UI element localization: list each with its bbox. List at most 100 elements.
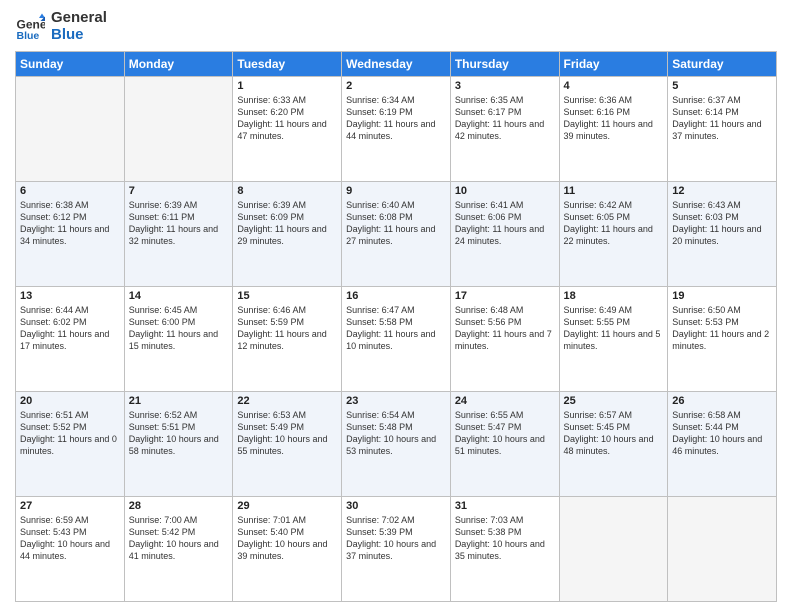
day-info: Sunrise: 6:34 AM Sunset: 6:19 PM Dayligh… — [346, 94, 446, 143]
day-cell: 20 Sunrise: 6:51 AM Sunset: 5:52 PM Dayli… — [16, 392, 125, 497]
col-header-tuesday: Tuesday — [233, 52, 342, 77]
day-number: 17 — [455, 290, 555, 302]
day-cell: 19 Sunrise: 6:50 AM Sunset: 5:53 PM Dayli… — [668, 287, 777, 392]
col-header-saturday: Saturday — [668, 52, 777, 77]
day-number: 9 — [346, 185, 446, 197]
day-info: Sunrise: 6:53 AM Sunset: 5:49 PM Dayligh… — [237, 409, 337, 458]
day-info: Sunrise: 6:40 AM Sunset: 6:08 PM Dayligh… — [346, 199, 446, 248]
day-info: Sunrise: 6:36 AM Sunset: 6:16 PM Dayligh… — [564, 94, 664, 143]
day-info: Sunrise: 6:41 AM Sunset: 6:06 PM Dayligh… — [455, 199, 555, 248]
day-info: Sunrise: 6:42 AM Sunset: 6:05 PM Dayligh… — [564, 199, 664, 248]
day-cell: 16 Sunrise: 6:47 AM Sunset: 5:58 PM Dayli… — [342, 287, 451, 392]
day-cell — [668, 497, 777, 602]
day-number: 10 — [455, 185, 555, 197]
day-cell: 25 Sunrise: 6:57 AM Sunset: 5:45 PM Dayli… — [559, 392, 668, 497]
day-info: Sunrise: 7:01 AM Sunset: 5:40 PM Dayligh… — [237, 514, 337, 563]
day-cell: 31 Sunrise: 7:03 AM Sunset: 5:38 PM Dayli… — [450, 497, 559, 602]
day-number: 8 — [237, 185, 337, 197]
day-number: 3 — [455, 80, 555, 92]
day-cell — [124, 77, 233, 182]
day-cell: 10 Sunrise: 6:41 AM Sunset: 6:06 PM Dayli… — [450, 182, 559, 287]
logo-general: General — [51, 10, 107, 27]
day-cell: 12 Sunrise: 6:43 AM Sunset: 6:03 PM Dayli… — [668, 182, 777, 287]
day-number: 4 — [564, 80, 664, 92]
day-cell: 2 Sunrise: 6:34 AM Sunset: 6:19 PM Daylig… — [342, 77, 451, 182]
week-row-4: 20 Sunrise: 6:51 AM Sunset: 5:52 PM Dayli… — [16, 392, 777, 497]
col-header-thursday: Thursday — [450, 52, 559, 77]
day-number: 18 — [564, 290, 664, 302]
day-cell: 26 Sunrise: 6:58 AM Sunset: 5:44 PM Dayli… — [668, 392, 777, 497]
day-info: Sunrise: 7:02 AM Sunset: 5:39 PM Dayligh… — [346, 514, 446, 563]
day-info: Sunrise: 6:48 AM Sunset: 5:56 PM Dayligh… — [455, 304, 555, 353]
day-number: 29 — [237, 500, 337, 512]
day-cell: 27 Sunrise: 6:59 AM Sunset: 5:43 PM Dayli… — [16, 497, 125, 602]
day-info: Sunrise: 7:00 AM Sunset: 5:42 PM Dayligh… — [129, 514, 229, 563]
week-row-5: 27 Sunrise: 6:59 AM Sunset: 5:43 PM Dayli… — [16, 497, 777, 602]
day-cell: 17 Sunrise: 6:48 AM Sunset: 5:56 PM Dayli… — [450, 287, 559, 392]
day-cell: 15Sunrise: 6:46 AM Sunset: 5:59 PM Dayli… — [233, 287, 342, 392]
logo-blue: Blue — [51, 27, 107, 44]
day-number: 28 — [129, 500, 229, 512]
day-cell: 21 Sunrise: 6:52 AM Sunset: 5:51 PM Dayli… — [124, 392, 233, 497]
day-info: Sunrise: 6:51 AM Sunset: 5:52 PM Dayligh… — [20, 409, 120, 458]
day-cell: 18 Sunrise: 6:49 AM Sunset: 5:55 PM Dayli… — [559, 287, 668, 392]
day-cell: 23Sunrise: 6:54 AM Sunset: 5:48 PM Dayli… — [342, 392, 451, 497]
day-cell: 22 Sunrise: 6:53 AM Sunset: 5:49 PM Dayli… — [233, 392, 342, 497]
day-number: 24 — [455, 395, 555, 407]
header: General Blue General Blue — [15, 10, 777, 43]
day-cell: 5Sunrise: 6:37 AM Sunset: 6:14 PM Daylig… — [668, 77, 777, 182]
day-info: Sunrise: 6:57 AM Sunset: 5:45 PM Dayligh… — [564, 409, 664, 458]
calendar-header-row: SundayMondayTuesdayWednesdayThursdayFrid… — [16, 52, 777, 77]
day-number: 20 — [20, 395, 120, 407]
logo-icon: General Blue — [15, 12, 45, 42]
day-cell: 11Sunrise: 6:42 AM Sunset: 6:05 PM Dayli… — [559, 182, 668, 287]
day-info: Sunrise: 6:43 AM Sunset: 6:03 PM Dayligh… — [672, 199, 772, 248]
day-info: Sunrise: 7:03 AM Sunset: 5:38 PM Dayligh… — [455, 514, 555, 563]
day-cell: 1Sunrise: 6:33 AM Sunset: 6:20 PM Daylig… — [233, 77, 342, 182]
day-info: Sunrise: 6:59 AM Sunset: 5:43 PM Dayligh… — [20, 514, 120, 563]
day-info: Sunrise: 6:39 AM Sunset: 6:11 PM Dayligh… — [129, 199, 229, 248]
day-number: 16 — [346, 290, 446, 302]
day-number: 2 — [346, 80, 446, 92]
day-number: 21 — [129, 395, 229, 407]
logo: General Blue General Blue — [15, 10, 107, 43]
day-number: 12 — [672, 185, 772, 197]
day-info: Sunrise: 6:44 AM Sunset: 6:02 PM Dayligh… — [20, 304, 120, 353]
day-info: Sunrise: 6:39 AM Sunset: 6:09 PM Dayligh… — [237, 199, 337, 248]
day-number: 1 — [237, 80, 337, 92]
day-number: 27 — [20, 500, 120, 512]
day-info: Sunrise: 6:52 AM Sunset: 5:51 PM Dayligh… — [129, 409, 229, 458]
day-number: 14 — [129, 290, 229, 302]
day-cell — [16, 77, 125, 182]
day-number: 22 — [237, 395, 337, 407]
day-cell — [559, 497, 668, 602]
day-cell: 6Sunrise: 6:38 AM Sunset: 6:12 PM Daylig… — [16, 182, 125, 287]
day-cell: 13 Sunrise: 6:44 AM Sunset: 6:02 PM Dayli… — [16, 287, 125, 392]
day-cell: 8 Sunrise: 6:39 AM Sunset: 6:09 PM Daylig… — [233, 182, 342, 287]
day-number: 13 — [20, 290, 120, 302]
week-row-2: 6Sunrise: 6:38 AM Sunset: 6:12 PM Daylig… — [16, 182, 777, 287]
svg-text:Blue: Blue — [17, 30, 40, 42]
day-number: 15 — [237, 290, 337, 302]
week-row-1: 1Sunrise: 6:33 AM Sunset: 6:20 PM Daylig… — [16, 77, 777, 182]
day-info: Sunrise: 6:37 AM Sunset: 6:14 PM Dayligh… — [672, 94, 772, 143]
day-number: 31 — [455, 500, 555, 512]
day-number: 6 — [20, 185, 120, 197]
day-cell: 4 Sunrise: 6:36 AM Sunset: 6:16 PM Daylig… — [559, 77, 668, 182]
day-number: 26 — [672, 395, 772, 407]
day-info: Sunrise: 6:49 AM Sunset: 5:55 PM Dayligh… — [564, 304, 664, 353]
day-number: 19 — [672, 290, 772, 302]
col-header-monday: Monday — [124, 52, 233, 77]
day-number: 25 — [564, 395, 664, 407]
day-cell: 3 Sunrise: 6:35 AM Sunset: 6:17 PM Daylig… — [450, 77, 559, 182]
day-info: Sunrise: 6:45 AM Sunset: 6:00 PM Dayligh… — [129, 304, 229, 353]
day-info: Sunrise: 6:35 AM Sunset: 6:17 PM Dayligh… — [455, 94, 555, 143]
day-info: Sunrise: 6:50 AM Sunset: 5:53 PM Dayligh… — [672, 304, 772, 353]
day-info: Sunrise: 6:47 AM Sunset: 5:58 PM Dayligh… — [346, 304, 446, 353]
page: General Blue General Blue SundayMondayTu… — [0, 0, 792, 612]
day-cell: 30Sunrise: 7:02 AM Sunset: 5:39 PM Dayli… — [342, 497, 451, 602]
day-info: Sunrise: 6:58 AM Sunset: 5:44 PM Dayligh… — [672, 409, 772, 458]
day-cell: 29 Sunrise: 7:01 AM Sunset: 5:40 PM Dayli… — [233, 497, 342, 602]
day-cell: 9 Sunrise: 6:40 AM Sunset: 6:08 PM Daylig… — [342, 182, 451, 287]
day-cell: 28 Sunrise: 7:00 AM Sunset: 5:42 PM Dayli… — [124, 497, 233, 602]
